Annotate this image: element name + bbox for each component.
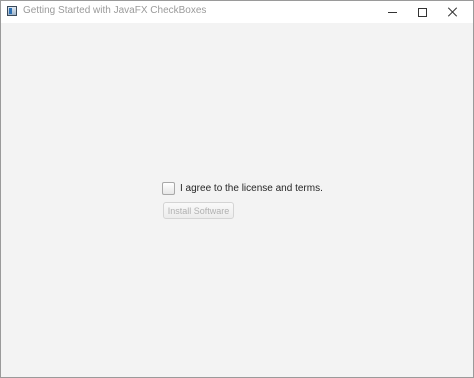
maximize-icon (417, 7, 427, 17)
content-pane: I agree to the license and terms. Instal… (1, 23, 473, 377)
close-button[interactable] (438, 1, 468, 23)
agree-checkbox-row[interactable]: I agree to the license and terms. (162, 181, 323, 195)
minimize-icon (387, 11, 397, 13)
maximize-button[interactable] (407, 1, 437, 23)
java-app-icon (7, 6, 17, 16)
title-bar[interactable]: Getting Started with JavaFX CheckBoxes (1, 1, 473, 23)
install-software-button[interactable]: Install Software (163, 202, 234, 219)
agree-checkbox-label[interactable]: I agree to the license and terms. (180, 183, 323, 194)
window-title: Getting Started with JavaFX CheckBoxes (23, 5, 207, 16)
app-window: Getting Started with JavaFX CheckBoxes I… (0, 0, 474, 378)
minimize-button[interactable] (377, 1, 407, 23)
agree-checkbox[interactable] (162, 181, 175, 195)
close-icon (448, 7, 458, 17)
